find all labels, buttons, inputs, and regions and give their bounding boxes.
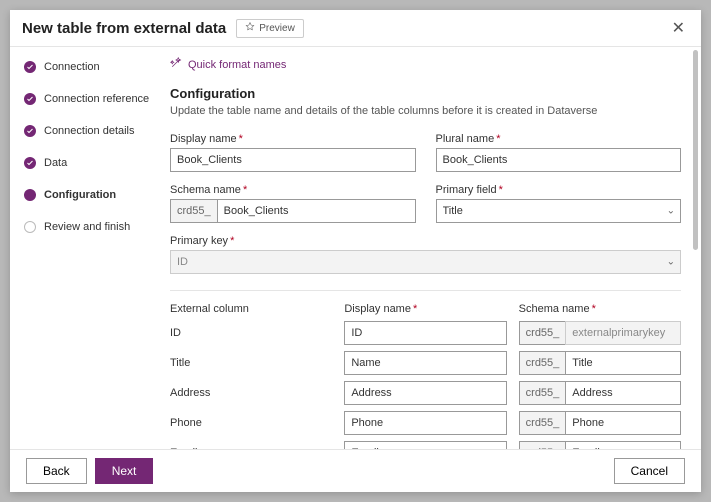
col-head-schema: Schema name* xyxy=(519,303,681,315)
column-display-name-input[interactable] xyxy=(344,351,506,375)
schema-prefix: crd55_ xyxy=(519,321,566,345)
schema-name-label: Schema name* xyxy=(170,184,416,196)
column-display-name-input[interactable] xyxy=(344,321,506,345)
current-step-icon xyxy=(24,189,36,201)
dialog-body: Connection Connection reference Connection… xyxy=(10,47,701,449)
display-name-label: Display name* xyxy=(170,133,416,145)
column-display-name-input[interactable] xyxy=(344,381,506,405)
columns-header: External column Display name* Schema nam… xyxy=(170,303,681,315)
primary-key-label: Primary key* xyxy=(170,235,681,247)
preview-button[interactable]: Preview xyxy=(236,19,304,38)
section-title: Configuration xyxy=(170,86,681,101)
step-connection[interactable]: Connection xyxy=(24,61,150,73)
step-data[interactable]: Data xyxy=(24,157,150,169)
step-label: Data xyxy=(44,157,67,169)
column-display-name-input[interactable] xyxy=(344,411,506,435)
step-connection-reference[interactable]: Connection reference xyxy=(24,93,150,105)
external-column-name: Address xyxy=(170,383,332,403)
close-button[interactable]: ✕ xyxy=(668,18,689,38)
column-display-name-input[interactable] xyxy=(344,441,506,449)
column-row: Phone crd55_ xyxy=(170,411,681,435)
plural-name-input[interactable] xyxy=(436,148,682,172)
primary-field-label: Primary field* xyxy=(436,184,682,196)
schema-prefix: crd55_ xyxy=(170,199,217,223)
column-schema-name-input[interactable] xyxy=(565,411,681,435)
content: Quick format names Configuration Update … xyxy=(160,47,701,449)
schema-name-input[interactable] xyxy=(217,199,416,223)
step-connection-details[interactable]: Connection details xyxy=(24,125,150,137)
display-name-input[interactable] xyxy=(170,148,416,172)
primary-field-select[interactable] xyxy=(436,199,682,223)
step-configuration[interactable]: Configuration xyxy=(24,189,150,201)
stepper: Connection Connection reference Connection… xyxy=(10,47,160,449)
preview-label: Preview xyxy=(259,23,295,34)
check-icon xyxy=(24,157,36,169)
step-label: Review and finish xyxy=(44,221,130,233)
step-label: Connection details xyxy=(44,125,135,137)
schema-prefix: crd55_ xyxy=(519,441,566,449)
footer: Back Next Cancel xyxy=(10,449,701,492)
dialog: New table from external data Preview ✕ C… xyxy=(10,10,701,492)
quick-format-names[interactable]: Quick format names xyxy=(170,57,681,72)
section-description: Update the table name and details of the… xyxy=(170,105,681,117)
col-head-external: External column xyxy=(170,303,332,315)
external-column-name: Email xyxy=(170,443,332,449)
column-row: ID crd55_ xyxy=(170,321,681,345)
column-schema-name-input[interactable] xyxy=(565,381,681,405)
quick-format-label: Quick format names xyxy=(188,59,286,71)
step-label: Connection xyxy=(44,61,100,73)
back-button[interactable]: Back xyxy=(26,458,87,484)
external-column-name: Phone xyxy=(170,413,332,433)
next-button[interactable]: Next xyxy=(95,458,154,484)
titlebar: New table from external data Preview ✕ xyxy=(10,10,701,47)
close-icon: ✕ xyxy=(672,20,685,37)
column-row: Address crd55_ xyxy=(170,381,681,405)
check-icon xyxy=(24,125,36,137)
column-row: Email crd55_ xyxy=(170,441,681,449)
schema-prefix: crd55_ xyxy=(519,381,566,405)
column-schema-name-input[interactable] xyxy=(565,441,681,449)
primary-key-select xyxy=(170,250,681,274)
check-icon xyxy=(24,61,36,73)
schema-prefix: crd55_ xyxy=(519,411,566,435)
column-row: Title crd55_ xyxy=(170,351,681,375)
preview-icon xyxy=(245,22,255,35)
wand-icon xyxy=(170,57,182,72)
check-icon xyxy=(24,93,36,105)
step-review-and-finish[interactable]: Review and finish xyxy=(24,221,150,233)
col-head-display: Display name* xyxy=(344,303,506,315)
dialog-title: New table from external data xyxy=(22,20,226,37)
future-step-icon xyxy=(24,221,36,233)
plural-name-label: Plural name* xyxy=(436,133,682,145)
separator xyxy=(170,290,681,291)
step-label: Configuration xyxy=(44,189,116,201)
external-column-name: Title xyxy=(170,353,332,373)
step-label: Connection reference xyxy=(44,93,149,105)
external-column-name: ID xyxy=(170,323,332,343)
cancel-button[interactable]: Cancel xyxy=(614,458,685,484)
column-schema-name-input[interactable] xyxy=(565,351,681,375)
schema-prefix: crd55_ xyxy=(519,351,566,375)
column-schema-name-input xyxy=(565,321,681,345)
